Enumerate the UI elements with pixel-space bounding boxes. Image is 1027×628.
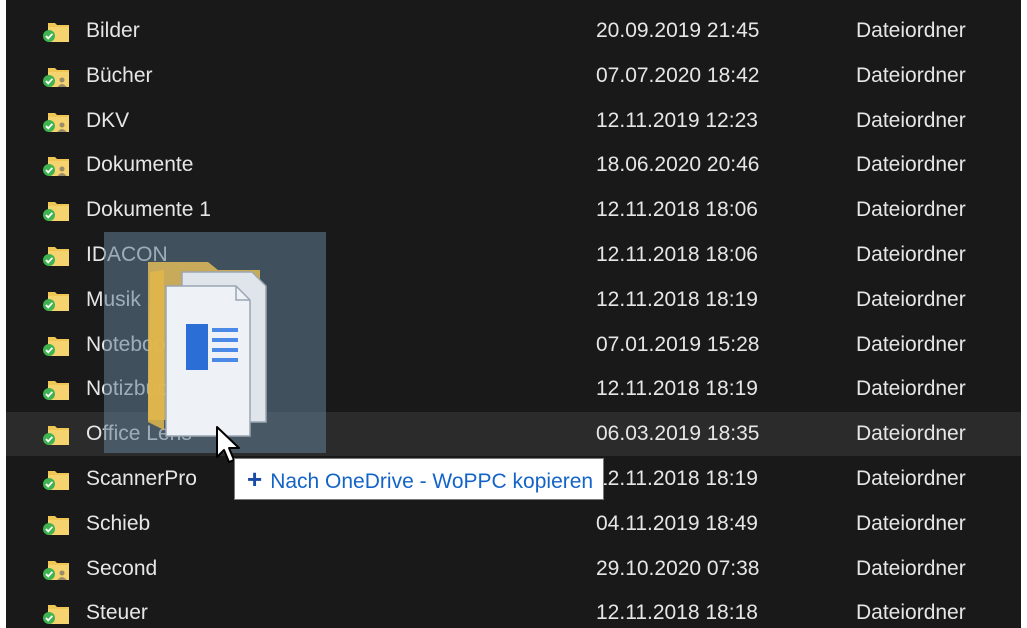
file-date: 12.11.2018 18:18 xyxy=(596,601,758,625)
file-row[interactable]: Bilder 20.09.2019 21:45 Dateiordner xyxy=(6,9,1021,53)
folder-icon xyxy=(43,381,69,401)
folder-icon xyxy=(43,426,69,446)
folder-icon xyxy=(43,605,69,625)
file-type: Dateiordner xyxy=(856,556,966,580)
folder-icon xyxy=(43,23,69,42)
file-type: Dateiordner xyxy=(856,422,966,446)
file-date: 12.11.2018 18:19 xyxy=(596,467,758,490)
file-type: Dateiordner xyxy=(856,601,966,625)
file-date: 04.11.2019 18:49 xyxy=(596,511,758,535)
file-type: Dateiordner xyxy=(856,63,966,87)
file-type: Dateiordner xyxy=(856,198,966,222)
file-name[interactable]: Dokumente xyxy=(86,153,193,177)
drag-tooltip-text: Nach OneDrive - WoPPC kopieren xyxy=(270,470,594,493)
file-type: Dateiordner xyxy=(856,243,966,266)
file-name[interactable]: Schieb xyxy=(86,512,150,536)
file-name[interactable]: Steuer xyxy=(86,601,148,625)
file-date: 12.11.2019 12:23 xyxy=(596,108,758,132)
dragged-folder-icon xyxy=(148,262,267,437)
file-name[interactable]: Dokumente 1 xyxy=(86,198,211,222)
file-type: Dateiordner xyxy=(856,287,966,311)
folder-icon xyxy=(43,247,69,266)
folder-icon xyxy=(43,560,69,580)
folder-icon xyxy=(43,515,69,535)
folder-icon xyxy=(43,202,69,222)
plus-icon: + xyxy=(247,464,263,494)
file-name[interactable]: Second xyxy=(86,557,157,581)
file-date: 20.09.2019 21:45 xyxy=(596,19,760,42)
file-row[interactable]: Second 29.10.2020 07:38 Dateiordner xyxy=(6,547,1021,591)
file-name[interactable]: Bilder xyxy=(86,19,140,43)
file-date: 12.11.2018 18:19 xyxy=(596,287,758,311)
file-date: 07.07.2020 18:42 xyxy=(596,63,760,87)
file-row[interactable]: Bücher 07.07.2020 18:42 Dateiordner xyxy=(6,54,1021,98)
folder-icon xyxy=(43,471,69,490)
file-date: 12.11.2018 18:19 xyxy=(596,377,758,401)
drag-ghost xyxy=(104,232,326,453)
file-type: Dateiordner xyxy=(856,153,966,177)
file-date: 29.10.2020 07:38 xyxy=(596,556,760,580)
file-row[interactable]: Dokumente 1 12.11.2018 18:06 Dateiordner xyxy=(6,188,1021,232)
folder-icon xyxy=(43,67,69,87)
file-type: Dateiordner xyxy=(856,377,966,401)
file-row[interactable]: DKV 12.11.2019 12:23 Dateiordner xyxy=(6,99,1021,143)
folder-icon xyxy=(43,157,69,177)
file-date: 12.11.2018 18:06 xyxy=(596,198,758,222)
file-row[interactable]: Steuer 12.11.2018 18:18 Dateiordner xyxy=(6,591,1021,628)
file-date: 06.03.2019 18:35 xyxy=(596,422,760,446)
file-type: Dateiordner xyxy=(856,19,966,42)
file-name[interactable]: Bücher xyxy=(86,64,153,88)
file-list: Bilder 20.09.2019 21:45 Dateiordner Bücher 0… xyxy=(6,0,1021,628)
file-date: 12.11.2018 18:06 xyxy=(596,243,758,266)
file-type: Dateiordner xyxy=(856,108,966,132)
folder-icon xyxy=(43,112,69,132)
drag-tooltip: + Nach OneDrive - WoPPC kopieren xyxy=(234,458,605,500)
file-type: Dateiordner xyxy=(856,332,966,356)
file-row[interactable]: Dokumente 18.06.2020 20:46 Dateiordner xyxy=(6,143,1021,187)
file-date: 07.01.2019 15:28 xyxy=(596,332,760,356)
folder-icon xyxy=(43,291,69,311)
file-name[interactable]: DKV xyxy=(86,109,129,133)
file-name[interactable]: ScannerPro xyxy=(86,467,197,491)
folder-icon xyxy=(43,336,69,356)
file-type: Dateiordner xyxy=(856,467,966,490)
file-type: Dateiordner xyxy=(856,511,966,535)
file-row[interactable]: Schieb 04.11.2019 18:49 Dateiordner xyxy=(6,502,1021,546)
file-date: 18.06.2020 20:46 xyxy=(596,153,760,177)
